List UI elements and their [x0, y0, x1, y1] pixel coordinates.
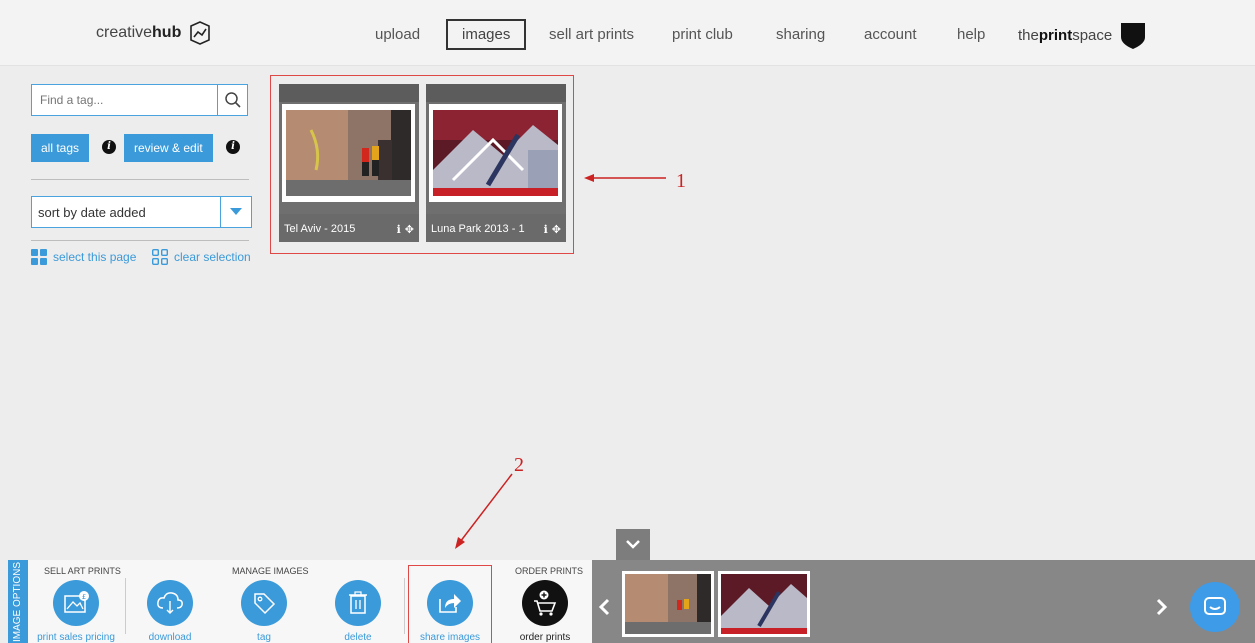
sell-section-label: SELL ART PRINTS [44, 566, 121, 576]
image-caption: Luna Park 2013 - 1 [431, 223, 525, 235]
nav-help[interactable]: help [957, 26, 985, 43]
annotation-label-1: 1 [676, 170, 686, 192]
thumbnail-street-scene [625, 574, 711, 634]
chat-launcher-button[interactable] [1190, 582, 1240, 632]
selected-thumbnail[interactable] [718, 571, 810, 637]
order-section-label: ORDER PRINTS [515, 566, 584, 576]
divider [125, 578, 126, 634]
review-edit-button[interactable]: review & edit [124, 134, 213, 162]
creativehub-logo[interactable]: creative hub [96, 20, 213, 46]
print-sales-pricing-label: print sales pricing [37, 632, 115, 643]
nav-sell-art-prints[interactable]: sell art prints [549, 26, 634, 43]
clear-selection-link[interactable]: clear selection [152, 249, 251, 265]
manage-section-label: MANAGE IMAGES [232, 566, 309, 576]
clear-selection-label: clear selection [174, 250, 251, 264]
selected-thumbnail[interactable] [622, 571, 714, 637]
ps-suffix: space [1072, 26, 1113, 44]
download-label: download [148, 632, 192, 643]
image-thumbnail[interactable] [282, 104, 415, 202]
tag-search-input[interactable] [31, 84, 218, 116]
divider [31, 240, 249, 241]
grid-filled-icon [31, 249, 47, 265]
all-tags-info-icon[interactable]: i [102, 140, 116, 154]
image-card[interactable]: Luna Park 2013 - 1 ℹ ✥ [426, 84, 566, 242]
divider [404, 578, 405, 634]
tag-label: tag [257, 632, 271, 643]
image-caption-bar: Luna Park 2013 - 1 ℹ ✥ [426, 214, 566, 242]
order-prints-label: order prints [519, 632, 571, 643]
image-pricing-icon: £ [64, 591, 89, 613]
nav-sharing[interactable]: sharing [776, 26, 825, 43]
strip-prev-button[interactable] [598, 596, 610, 622]
order-prints-button[interactable]: order prints [505, 580, 585, 643]
image-caption: Tel Aviv - 2015 [284, 223, 356, 235]
search-button[interactable] [218, 84, 248, 116]
photo-street-scene [286, 110, 411, 196]
share-icon [439, 594, 461, 613]
logo-prefix: creative [96, 24, 153, 41]
thumbnail-luna-park [721, 574, 807, 634]
sort-select[interactable]: sort by date added [31, 196, 221, 228]
move-icon[interactable]: ✥ [552, 223, 561, 236]
image-thumbnail[interactable] [429, 104, 562, 202]
info-icon[interactable]: ℹ [544, 223, 548, 236]
delete-label: delete [344, 632, 372, 643]
share-images-label: share images [419, 632, 481, 643]
delete-button[interactable]: delete [318, 580, 398, 643]
nav-upload[interactable]: upload [375, 26, 420, 43]
image-card[interactable]: Tel Aviv - 2015 ℹ ✥ [279, 84, 419, 242]
search-icon [224, 92, 241, 108]
tag-icon [254, 593, 276, 615]
collapse-toolbar-button[interactable] [616, 529, 650, 560]
chevron-down-icon [626, 540, 640, 549]
all-tags-button[interactable]: all tags [31, 134, 90, 162]
theprintspace-logo[interactable]: theprintspace [1018, 20, 1148, 50]
photo-luna-park [433, 110, 558, 196]
card-header [426, 84, 566, 102]
cart-icon [534, 590, 557, 616]
svg-text:£: £ [82, 593, 86, 601]
chat-icon [1204, 597, 1226, 615]
strip-next-button[interactable] [1156, 596, 1168, 622]
nav-account[interactable]: account [864, 26, 917, 43]
print-sales-pricing-button[interactable]: £ print sales pricing [36, 580, 116, 643]
top-nav: creative hub upload images sell art print… [0, 0, 1255, 66]
move-icon[interactable]: ✥ [405, 223, 414, 236]
select-page-label: select this page [53, 250, 137, 264]
chevron-left-icon [598, 598, 610, 616]
ps-prefix: the [1018, 26, 1039, 44]
grid-outline-icon [152, 249, 168, 265]
sort-dropdown-button[interactable] [221, 196, 252, 228]
image-options-label: IMAGE OPTIONS [8, 560, 28, 643]
nav-print-club[interactable]: print club [672, 26, 733, 43]
cloud-download-icon [157, 592, 183, 614]
nav-images[interactable]: images [446, 19, 527, 50]
download-button[interactable]: download [130, 580, 210, 643]
logo-bold: hub [152, 24, 182, 41]
annotation-arrow-2 [455, 473, 513, 549]
share-images-button[interactable]: share images [410, 580, 490, 643]
chevron-right-icon [1156, 598, 1168, 616]
annotation-arrow-1 [584, 174, 666, 182]
tag-button[interactable]: tag [224, 580, 304, 643]
info-icon[interactable]: ℹ [397, 223, 401, 236]
card-header [279, 84, 419, 102]
review-info-icon[interactable]: i [226, 140, 240, 154]
ps-bold: print [1038, 26, 1073, 44]
shield-icon [1121, 23, 1146, 49]
divider [31, 179, 249, 180]
image-caption-bar: Tel Aviv - 2015 ℹ ✥ [279, 214, 419, 242]
select-page-link[interactable]: select this page [31, 249, 136, 265]
chevron-down-icon [230, 208, 242, 215]
creativehub-icon [190, 21, 211, 45]
trash-icon [349, 591, 367, 614]
